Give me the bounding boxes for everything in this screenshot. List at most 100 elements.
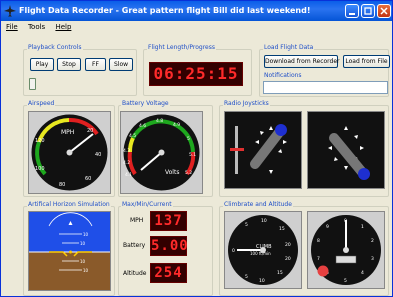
close-icon xyxy=(380,7,388,15)
load-label: Load Flight Data xyxy=(263,44,315,51)
minimize-icon xyxy=(349,13,355,15)
altimeter-tick-7: 7 xyxy=(317,256,320,262)
battery-tick-4-5: 4.5 xyxy=(129,133,136,139)
mph-label: MPH xyxy=(130,217,144,224)
window-title: Flight Data Recorder - Great pattern fli… xyxy=(19,6,311,15)
right-joystick[interactable] xyxy=(308,112,384,188)
left-joystick-frame xyxy=(224,111,302,189)
battery-display: 5.00 xyxy=(150,236,189,256)
battery-tick-4-1: 4.1 xyxy=(125,172,132,178)
ff-button[interactable]: FF xyxy=(85,58,106,71)
climb-tick-down-10: 10 xyxy=(259,278,265,284)
horizon-tick-down-20: 10 xyxy=(83,268,89,273)
horizon-tick-down-10: 10 xyxy=(80,259,86,264)
climb-label: Climbrate and Altitude xyxy=(223,201,293,208)
maxmin-label: Max/Min/Current xyxy=(121,201,173,208)
battery-tick-4-8: 4.8 xyxy=(156,118,163,124)
menu-file-label: File xyxy=(6,23,18,31)
app-window: Flight Data Recorder - Great pattern fli… xyxy=(0,0,393,297)
warning-light-icon xyxy=(317,265,329,277)
altitude-stat-label: Altitude xyxy=(123,270,147,277)
airspeed-unit: MPH xyxy=(61,129,74,136)
altimeter-tick-1: 1 xyxy=(361,224,364,230)
flight-length-label: Flight Length/Progress xyxy=(147,44,216,51)
menu-bar: File Tools Help xyxy=(1,21,392,33)
play-button[interactable]: Play xyxy=(30,58,54,71)
climb-tick-down-20: 20 xyxy=(285,256,291,262)
airspeed-tick-120: 120 xyxy=(35,138,45,144)
climb-tick-up-15: 15 xyxy=(279,226,285,232)
airspeed-gauge: MPH 20 40 60 80 100 120 xyxy=(31,114,108,191)
battery-tick-4-9: 4.9 xyxy=(173,122,180,128)
climb-tick-down-5: 5 xyxy=(245,274,248,280)
altimeter-tick-3: 3 xyxy=(371,256,374,262)
title-bar: Flight Data Recorder - Great pattern fli… xyxy=(1,1,392,21)
playback-label: Playback Controls xyxy=(27,44,83,51)
playback-panel xyxy=(23,49,137,96)
slow-button[interactable]: Slow xyxy=(109,58,133,71)
right-stick-knob[interactable] xyxy=(358,168,370,180)
altimeter-tick-5: 5 xyxy=(344,278,347,284)
battery-tick-4-6: 4.6 xyxy=(139,123,146,129)
maximize-button[interactable] xyxy=(361,4,375,18)
climb-tick-up-5: 5 xyxy=(245,222,248,228)
airspeed-label: Airspeed xyxy=(27,100,56,107)
notifications-label: Notifications xyxy=(263,72,303,79)
battery-tick-5-1: 5.1 xyxy=(189,152,196,158)
stop-button[interactable]: Stop xyxy=(57,58,81,71)
download-from-recorder-button[interactable]: Download from Recorder xyxy=(264,55,340,68)
menu-help[interactable]: Help xyxy=(52,21,74,33)
horizon-ground xyxy=(29,252,110,290)
horizon-label: Artifical Horizon Simulation xyxy=(27,201,111,208)
altimeter-tick-4: 4 xyxy=(361,270,364,276)
airplane-icon xyxy=(4,5,16,17)
flight-time-display: 06:25:15 xyxy=(149,62,243,86)
airspeed-tick-40: 40 xyxy=(95,152,101,158)
right-joystick-frame xyxy=(307,111,385,189)
menu-help-label: Help xyxy=(55,23,72,31)
horizon-sky xyxy=(29,212,110,252)
climb-tick-up-10: 10 xyxy=(261,218,267,224)
airspeed-tick-60: 60 xyxy=(85,176,91,182)
altimeter-tick-8: 8 xyxy=(317,238,320,244)
altimeter-tick-2: 2 xyxy=(371,238,374,244)
horizon-gauge: 10 10 10 10 xyxy=(29,212,110,290)
altimeter-drum xyxy=(335,255,357,264)
battery-gauge: Volts 4.1 4.2 4.3 4.5 4.6 4.8 4.9 5 5.1 … xyxy=(123,114,200,191)
airspeed-frame: MPH 20 40 60 80 100 120 xyxy=(28,111,111,194)
battery-tick-5-2: 5.2 xyxy=(185,170,192,176)
altimeter-frame: 0 1 2 3 4 5 6 7 8 9 xyxy=(307,211,385,289)
horizon-tick-up-10: 10 xyxy=(80,241,86,246)
menu-file[interactable]: File xyxy=(3,21,21,33)
notifications-field[interactable] xyxy=(263,81,388,94)
load-from-file-button[interactable]: Load from File xyxy=(343,55,390,68)
climb-gauge: CLIMB 100 ft/min 5 10 15 20 5 10 15 20 0 xyxy=(228,215,298,285)
battery-tick-4-2: 4.2 xyxy=(123,160,130,166)
left-stick-knob[interactable] xyxy=(275,124,287,136)
battery-stat-label: Battery xyxy=(123,242,146,249)
radio-label: Radio Joysticks xyxy=(223,100,270,107)
climb-tick-down-15: 15 xyxy=(277,270,283,276)
airspeed-tick-80: 80 xyxy=(59,182,65,188)
minimize-button[interactable] xyxy=(345,4,359,18)
horizon-display: 10 10 10 10 xyxy=(28,211,111,291)
climb-tick-up-20: 20 xyxy=(285,242,291,248)
airspeed-tick-100: 100 xyxy=(35,166,45,172)
altitude-display: 254 xyxy=(150,263,187,283)
close-button[interactable] xyxy=(377,4,391,18)
climb-frame: CLIMB 100 ft/min 5 10 15 20 5 10 15 20 0 xyxy=(224,211,302,289)
mph-display: 137 xyxy=(150,211,187,231)
altimeter-tick-9: 9 xyxy=(326,224,329,230)
battery-unit: Volts xyxy=(165,169,179,176)
horizon-tick-up-20: 10 xyxy=(83,232,89,237)
left-joystick[interactable] xyxy=(225,112,301,188)
maximize-icon xyxy=(364,7,372,15)
climb-tick-zero: 0 xyxy=(232,248,235,254)
battery-frame: Volts 4.1 4.2 4.3 4.5 4.6 4.8 4.9 5 5.1 … xyxy=(120,111,203,194)
playback-slider-thumb[interactable] xyxy=(29,78,36,90)
airspeed-tick-20: 20 xyxy=(87,128,93,134)
battery-label: Battery Voltage xyxy=(121,100,170,107)
menu-tools[interactable]: Tools xyxy=(25,21,48,33)
battery-tick-5: 5 xyxy=(187,136,190,142)
battery-tick-4-3: 4.3 xyxy=(123,148,130,154)
